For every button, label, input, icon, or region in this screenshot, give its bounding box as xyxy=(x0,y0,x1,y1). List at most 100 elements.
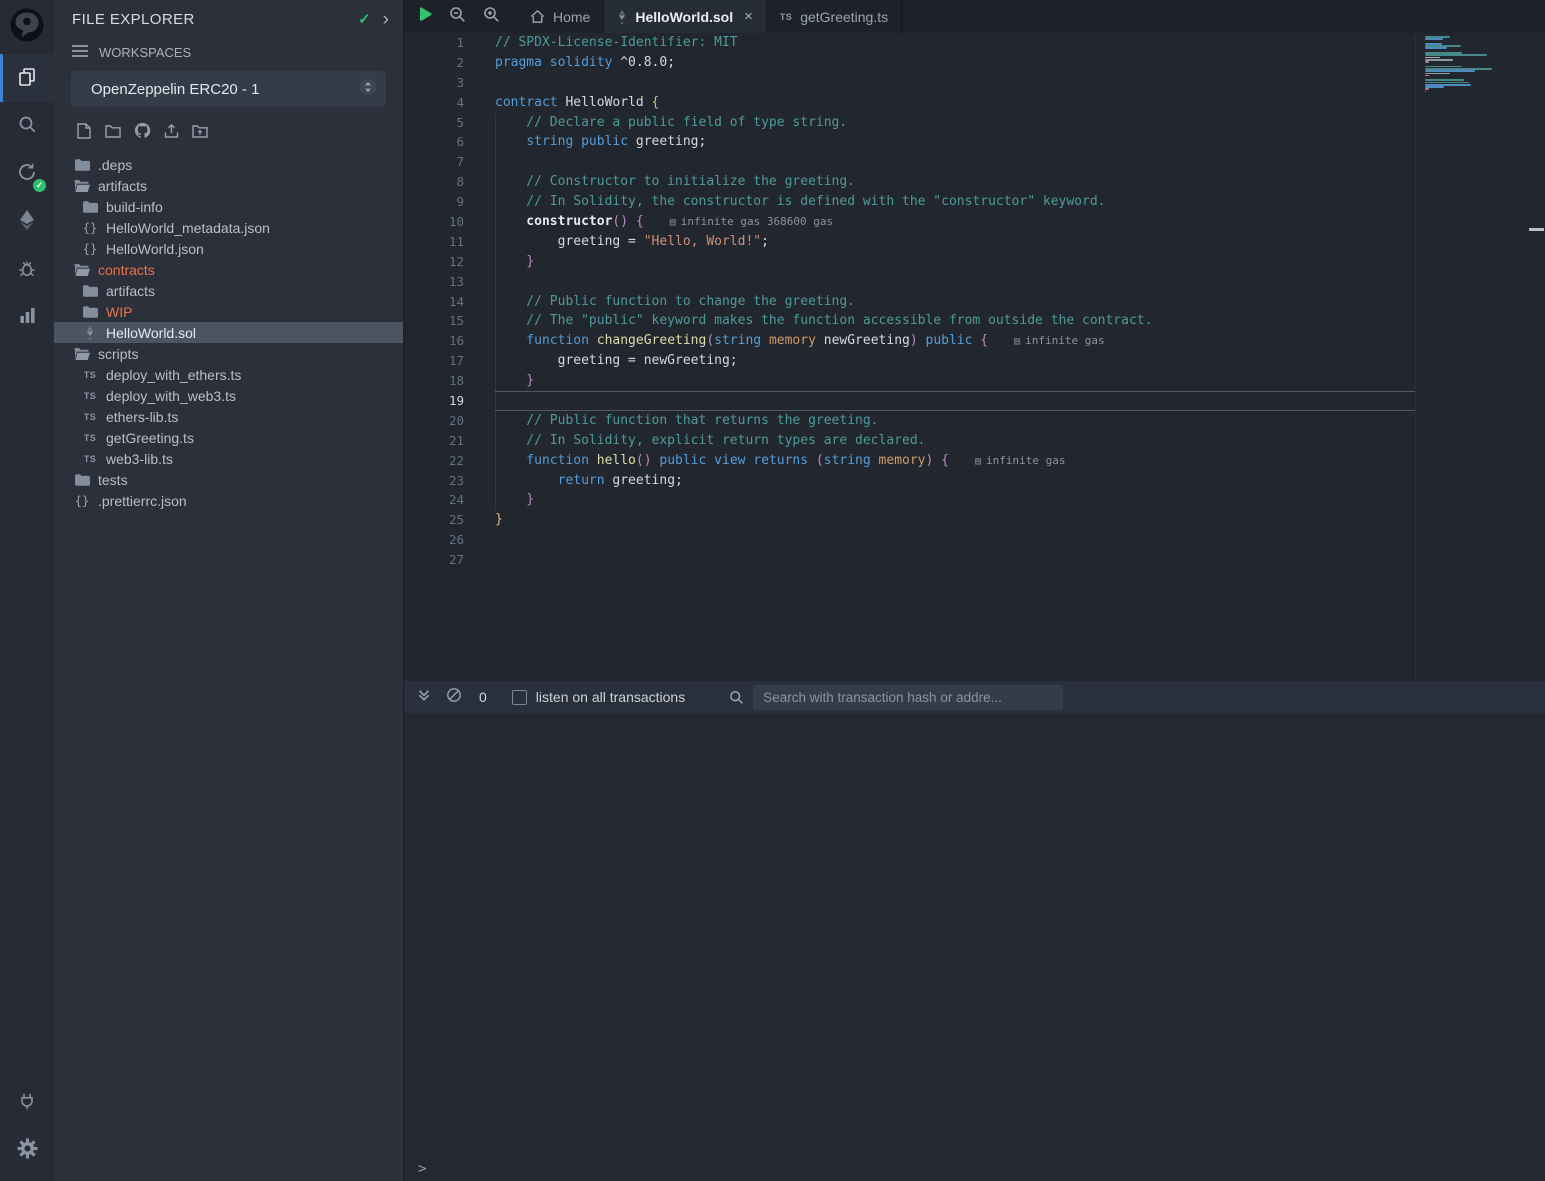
tree-item-tests[interactable]: tests xyxy=(54,469,403,490)
gear-icon xyxy=(17,1138,38,1164)
code-line-4[interactable]: 4contract HelloWorld { xyxy=(404,93,1545,113)
minimap[interactable] xyxy=(1425,36,1503,98)
tree-item-WIP[interactable]: WIP xyxy=(54,301,403,322)
zoom-in-button[interactable] xyxy=(483,6,500,28)
code-line-27[interactable]: 27 xyxy=(404,550,1545,570)
tree-item-contracts[interactable]: contracts xyxy=(54,259,403,280)
code-line-22[interactable]: 22 function hello() public view returns … xyxy=(404,451,1545,471)
tree-item-getGreeting.ts[interactable]: TSgetGreeting.ts xyxy=(54,427,403,448)
code-line-16[interactable]: 16 function changeGreeting(string memory… xyxy=(404,331,1545,351)
workspace-select[interactable]: OpenZeppelin ERC20 - 1 xyxy=(71,71,386,107)
run-script-button[interactable] xyxy=(419,7,432,27)
line-number: 18 xyxy=(404,371,464,391)
sidebar-item-plugin-connect[interactable] xyxy=(0,1079,54,1127)
tree-item-scripts[interactable]: scripts xyxy=(54,343,403,364)
code-line-13[interactable]: 13 xyxy=(404,272,1545,292)
code-line-24[interactable]: 24 } xyxy=(404,490,1545,510)
tree-item-artifacts[interactable]: artifacts xyxy=(54,280,403,301)
code-line-19[interactable]: 19 xyxy=(404,391,1545,411)
code-line-7[interactable]: 7 xyxy=(404,152,1545,172)
code-line-3[interactable]: 3 xyxy=(404,73,1545,93)
code-line-17[interactable]: 17 greeting = newGreeting; xyxy=(404,351,1545,371)
line-number: 10 xyxy=(404,212,464,232)
code-line-8[interactable]: 8 // Constructor to initialize the greet… xyxy=(404,172,1545,192)
compile-success-badge: ✓ xyxy=(33,179,46,192)
code-line-11[interactable]: 11 greeting = "Hello, World!"; xyxy=(404,232,1545,252)
code-line-10[interactable]: 10 constructor() {▤infinite gas 368600 g… xyxy=(404,212,1545,232)
line-number: 6 xyxy=(404,132,464,152)
sidebar-item-search[interactable] xyxy=(0,102,54,150)
new-folder-button[interactable] xyxy=(104,124,122,142)
editor-region: HomeHelloWorld.sol×TSgetGreeting.ts 1// … xyxy=(404,0,1545,1181)
clear-console-button[interactable] xyxy=(446,687,462,708)
line-number: 27 xyxy=(404,550,464,570)
code-line-12[interactable]: 12 } xyxy=(404,252,1545,272)
tab-HelloWorld.sol[interactable]: HelloWorld.sol× xyxy=(604,0,767,33)
tab-getGreeting.ts[interactable]: TSgetGreeting.ts xyxy=(767,0,902,33)
plugin-manager-icon xyxy=(18,306,37,330)
code-line-9[interactable]: 9 // In Solidity, the constructor is def… xyxy=(404,192,1545,212)
pending-tx-count: 0 xyxy=(479,689,487,705)
tree-item-HelloWorld.sol[interactable]: HelloWorld.sol xyxy=(54,322,403,343)
code-line-26[interactable]: 26 xyxy=(404,530,1545,550)
line-number: 5 xyxy=(404,113,464,133)
code-line-21[interactable]: 21 // In Solidity, explicit return types… xyxy=(404,431,1545,451)
sidebar-item-file-explorer[interactable] xyxy=(0,54,54,102)
code-line-18[interactable]: 18 } xyxy=(404,371,1545,391)
upload-folder-icon xyxy=(192,124,208,143)
upload-folder-button[interactable] xyxy=(191,124,209,142)
new-file-icon xyxy=(77,123,91,144)
new-file-button[interactable] xyxy=(75,124,93,142)
line-number: 23 xyxy=(404,471,464,491)
code-line-5[interactable]: 5 // Declare a public field of type stri… xyxy=(404,113,1545,133)
tree-item-deploy_with_ethers.ts[interactable]: TSdeploy_with_ethers.ts xyxy=(54,364,403,385)
tree-item-HelloWorld.json[interactable]: {}HelloWorld.json xyxy=(54,238,403,259)
code-line-15[interactable]: 15 // The "public" keyword makes the fun… xyxy=(404,311,1545,331)
tab-Home[interactable]: Home xyxy=(517,0,604,33)
terminal-search-input[interactable] xyxy=(753,685,1063,710)
code-line-25[interactable]: 25} xyxy=(404,510,1545,530)
line-number: 7 xyxy=(404,152,464,172)
sidebar-item-debugger[interactable] xyxy=(0,246,54,294)
close-tab-icon[interactable]: × xyxy=(744,8,753,25)
remix-logo[interactable] xyxy=(0,0,54,54)
menu-icon[interactable] xyxy=(72,45,88,60)
code-line-20[interactable]: 20 // Public function that returns the g… xyxy=(404,411,1545,431)
code-line-14[interactable]: 14 // Public function to change the gree… xyxy=(404,292,1545,312)
scrollbar-thumb[interactable] xyxy=(1529,228,1544,231)
zoom-out-icon xyxy=(449,6,466,28)
zoom-in-icon xyxy=(483,6,500,28)
zoom-out-button[interactable] xyxy=(449,6,466,28)
expand-terminal-button[interactable] xyxy=(417,688,431,707)
folder-icon xyxy=(82,306,98,318)
remix-logo-icon xyxy=(9,7,45,48)
tree-item-.deps[interactable]: .deps xyxy=(54,154,403,175)
clone-github-button[interactable] xyxy=(133,124,151,142)
chevron-right-icon[interactable]: › xyxy=(383,10,389,29)
code-line-1[interactable]: 1// SPDX-License-Identifier: MIT xyxy=(404,33,1545,53)
sidebar-item-deploy-run[interactable] xyxy=(0,198,54,246)
search-icon xyxy=(17,114,37,139)
tree-item-HelloWorld_metadata.json[interactable]: {}HelloWorld_metadata.json xyxy=(54,217,403,238)
code-line-6[interactable]: 6 string public greeting; xyxy=(404,132,1545,152)
publish-gist-button[interactable] xyxy=(162,124,180,142)
tree-item-ethers-lib.ts[interactable]: TSethers-lib.ts xyxy=(54,406,403,427)
remix-ide-app: ✓ FILE EXPLORER ✓ › WORKSPACES xyxy=(0,0,1545,1181)
file-toolbar xyxy=(54,117,403,152)
line-number: 11 xyxy=(404,232,464,252)
line-number: 4 xyxy=(404,93,464,113)
line-number: 19 xyxy=(404,391,464,411)
code-line-23[interactable]: 23 return greeting; xyxy=(404,471,1545,491)
folder-icon xyxy=(74,474,90,486)
tree-item-build-info[interactable]: build-info xyxy=(54,196,403,217)
sidebar-item-plugin-manager[interactable] xyxy=(0,294,54,342)
sidebar-item-solidity-compiler[interactable]: ✓ xyxy=(0,150,54,198)
tree-item-web3-lib.ts[interactable]: TSweb3-lib.ts xyxy=(54,448,403,469)
sidebar-item-settings[interactable] xyxy=(0,1127,54,1175)
tree-item-.prettierrc.json[interactable]: {}.prettierrc.json xyxy=(54,490,403,511)
tree-item-artifacts[interactable]: artifacts xyxy=(54,175,403,196)
terminal-output[interactable]: > xyxy=(404,713,1545,1181)
listen-transactions-checkbox[interactable] xyxy=(512,690,527,705)
tree-item-deploy_with_web3.ts[interactable]: TSdeploy_with_web3.ts xyxy=(54,385,403,406)
code-line-2[interactable]: 2pragma solidity ^0.8.0; xyxy=(404,53,1545,73)
